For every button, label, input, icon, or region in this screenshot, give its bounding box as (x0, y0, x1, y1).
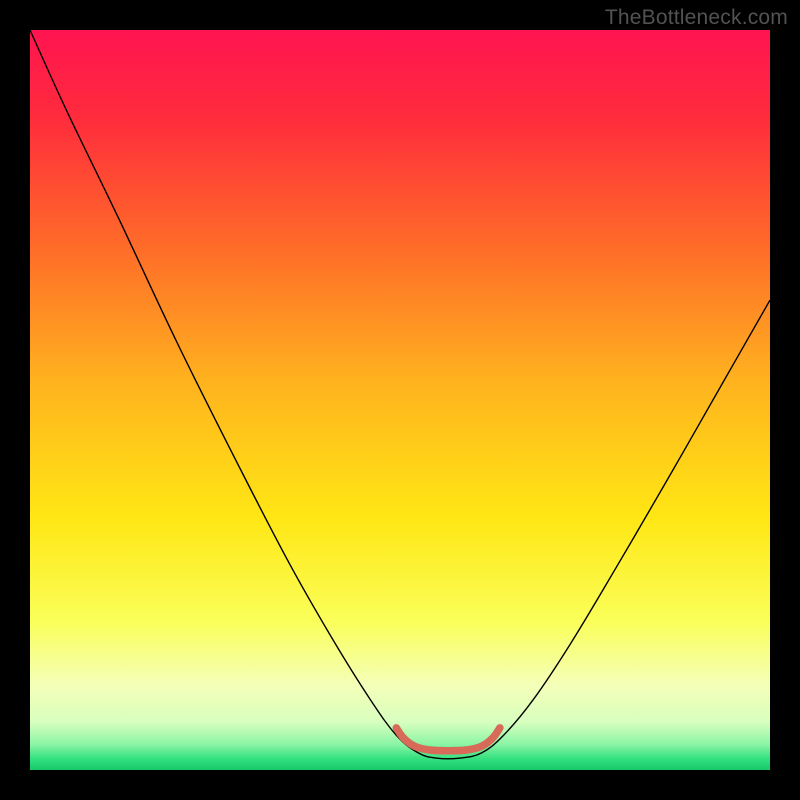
gradient-background (30, 30, 770, 770)
watermark-label: TheBottleneck.com (605, 6, 788, 30)
bottleneck-chart (30, 30, 770, 770)
plot-area (30, 30, 770, 770)
chart-frame: TheBottleneck.com (0, 0, 800, 800)
